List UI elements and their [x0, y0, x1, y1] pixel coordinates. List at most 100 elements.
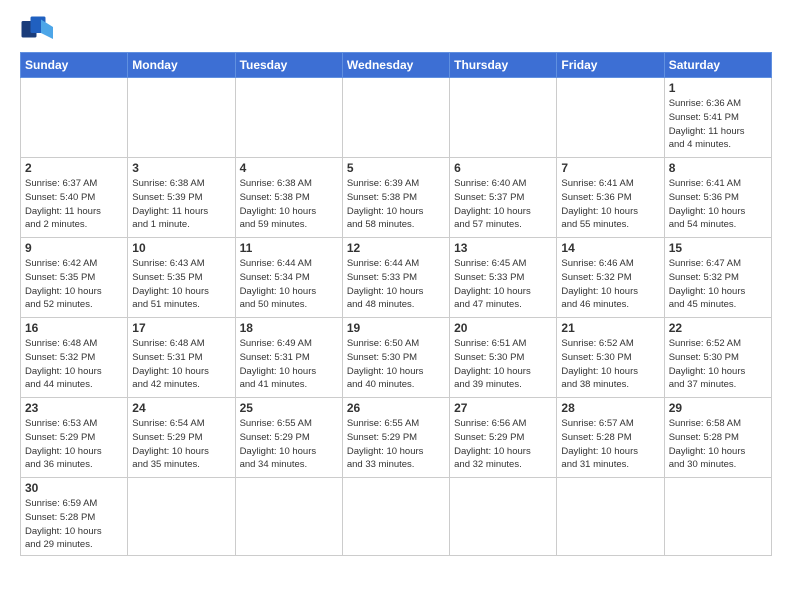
calendar-cell: 25Sunrise: 6:55 AM Sunset: 5:29 PM Dayli… — [235, 398, 342, 478]
header-day-wednesday: Wednesday — [342, 53, 449, 78]
header-day-thursday: Thursday — [450, 53, 557, 78]
calendar-cell: 1 Sunrise: 6:36 AM Sunset: 5:41 PM Daylig… — [664, 78, 771, 158]
calendar-cell: 2 Sunrise: 6:37 AM Sunset: 5:40 PM Daylig… — [21, 158, 128, 238]
calendar: SundayMondayTuesdayWednesdayThursdayFrid… — [20, 52, 772, 556]
day-info: Sunrise: 6:49 AM Sunset: 5:31 PM Dayligh… — [240, 337, 338, 392]
logo-icon — [20, 16, 56, 44]
day-info: Sunrise: 6:50 AM Sunset: 5:30 PM Dayligh… — [347, 337, 445, 392]
calendar-cell: 26 Sunrise: 6:55 AM Sunset: 5:29 PM Dayli… — [342, 398, 449, 478]
calendar-cell — [21, 78, 128, 158]
calendar-cell — [557, 78, 664, 158]
logo — [20, 16, 60, 44]
header-day-saturday: Saturday — [664, 53, 771, 78]
day-info: Sunrise: 6:36 AM Sunset: 5:41 PM Dayligh… — [669, 97, 767, 152]
day-info: Sunrise: 6:53 AM Sunset: 5:29 PM Dayligh… — [25, 417, 123, 472]
header-day-sunday: Sunday — [21, 53, 128, 78]
calendar-cell: 30 Sunrise: 6:59 AM Sunset: 5:28 PM Dayli… — [21, 478, 128, 556]
day-number: 12 — [347, 241, 445, 255]
calendar-cell: 10 Sunrise: 6:43 AM Sunset: 5:35 PM Dayli… — [128, 238, 235, 318]
day-info: Sunrise: 6:38 AM Sunset: 5:38 PM Dayligh… — [240, 177, 338, 232]
day-number: 1 — [669, 81, 767, 95]
calendar-cell: 11 Sunrise: 6:44 AM Sunset: 5:34 PM Dayli… — [235, 238, 342, 318]
calendar-cell — [342, 478, 449, 556]
day-info: Sunrise: 6:58 AM Sunset: 5:28 PM Dayligh… — [669, 417, 767, 472]
day-number: 21 — [561, 321, 659, 335]
calendar-cell — [128, 478, 235, 556]
day-info: Sunrise: 6:47 AM Sunset: 5:32 PM Dayligh… — [669, 257, 767, 312]
day-number: 11 — [240, 241, 338, 255]
calendar-cell: 20Sunrise: 6:51 AM Sunset: 5:30 PM Dayli… — [450, 318, 557, 398]
day-number: 5 — [347, 161, 445, 175]
calendar-cell — [235, 478, 342, 556]
day-number: 29 — [669, 401, 767, 415]
day-number: 27 — [454, 401, 552, 415]
day-info: Sunrise: 6:44 AM Sunset: 5:34 PM Dayligh… — [240, 257, 338, 312]
day-number: 10 — [132, 241, 230, 255]
day-info: Sunrise: 6:52 AM Sunset: 5:30 PM Dayligh… — [669, 337, 767, 392]
calendar-cell — [450, 78, 557, 158]
day-info: Sunrise: 6:48 AM Sunset: 5:31 PM Dayligh… — [132, 337, 230, 392]
day-number: 26 — [347, 401, 445, 415]
calendar-cell: 27Sunrise: 6:56 AM Sunset: 5:29 PM Dayli… — [450, 398, 557, 478]
day-info: Sunrise: 6:52 AM Sunset: 5:30 PM Dayligh… — [561, 337, 659, 392]
day-number: 6 — [454, 161, 552, 175]
calendar-cell: 12Sunrise: 6:44 AM Sunset: 5:33 PM Dayli… — [342, 238, 449, 318]
day-number: 22 — [669, 321, 767, 335]
day-number: 2 — [25, 161, 123, 175]
day-info: Sunrise: 6:57 AM Sunset: 5:28 PM Dayligh… — [561, 417, 659, 472]
day-info: Sunrise: 6:48 AM Sunset: 5:32 PM Dayligh… — [25, 337, 123, 392]
day-number: 30 — [25, 481, 123, 495]
day-number: 18 — [240, 321, 338, 335]
calendar-cell: 24Sunrise: 6:54 AM Sunset: 5:29 PM Dayli… — [128, 398, 235, 478]
calendar-cell: 23Sunrise: 6:53 AM Sunset: 5:29 PM Dayli… — [21, 398, 128, 478]
calendar-header-row: SundayMondayTuesdayWednesdayThursdayFrid… — [21, 53, 772, 78]
day-info: Sunrise: 6:45 AM Sunset: 5:33 PM Dayligh… — [454, 257, 552, 312]
calendar-week-3: 9 Sunrise: 6:42 AM Sunset: 5:35 PM Daylig… — [21, 238, 772, 318]
calendar-cell: 6 Sunrise: 6:40 AM Sunset: 5:37 PM Daylig… — [450, 158, 557, 238]
calendar-week-1: 1 Sunrise: 6:36 AM Sunset: 5:41 PM Daylig… — [21, 78, 772, 158]
day-info: Sunrise: 6:42 AM Sunset: 5:35 PM Dayligh… — [25, 257, 123, 312]
calendar-cell: 19 Sunrise: 6:50 AM Sunset: 5:30 PM Dayli… — [342, 318, 449, 398]
header-day-monday: Monday — [128, 53, 235, 78]
day-info: Sunrise: 6:39 AM Sunset: 5:38 PM Dayligh… — [347, 177, 445, 232]
day-number: 19 — [347, 321, 445, 335]
day-info: Sunrise: 6:37 AM Sunset: 5:40 PM Dayligh… — [25, 177, 123, 232]
calendar-week-5: 23Sunrise: 6:53 AM Sunset: 5:29 PM Dayli… — [21, 398, 772, 478]
calendar-cell: 3Sunrise: 6:38 AM Sunset: 5:39 PM Daylig… — [128, 158, 235, 238]
calendar-cell: 28Sunrise: 6:57 AM Sunset: 5:28 PM Dayli… — [557, 398, 664, 478]
day-info: Sunrise: 6:55 AM Sunset: 5:29 PM Dayligh… — [347, 417, 445, 472]
day-info: Sunrise: 6:59 AM Sunset: 5:28 PM Dayligh… — [25, 497, 123, 552]
calendar-cell: 21 Sunrise: 6:52 AM Sunset: 5:30 PM Dayli… — [557, 318, 664, 398]
day-number: 20 — [454, 321, 552, 335]
header-day-friday: Friday — [557, 53, 664, 78]
day-number: 16 — [25, 321, 123, 335]
day-info: Sunrise: 6:54 AM Sunset: 5:29 PM Dayligh… — [132, 417, 230, 472]
calendar-cell: 9 Sunrise: 6:42 AM Sunset: 5:35 PM Daylig… — [21, 238, 128, 318]
calendar-cell: 14Sunrise: 6:46 AM Sunset: 5:32 PM Dayli… — [557, 238, 664, 318]
day-info: Sunrise: 6:41 AM Sunset: 5:36 PM Dayligh… — [561, 177, 659, 232]
calendar-cell — [664, 478, 771, 556]
calendar-week-6: 30 Sunrise: 6:59 AM Sunset: 5:28 PM Dayli… — [21, 478, 772, 556]
day-info: Sunrise: 6:46 AM Sunset: 5:32 PM Dayligh… — [561, 257, 659, 312]
calendar-cell: 5 Sunrise: 6:39 AM Sunset: 5:38 PM Daylig… — [342, 158, 449, 238]
calendar-cell: 16 Sunrise: 6:48 AM Sunset: 5:32 PM Dayli… — [21, 318, 128, 398]
day-number: 17 — [132, 321, 230, 335]
day-info: Sunrise: 6:40 AM Sunset: 5:37 PM Dayligh… — [454, 177, 552, 232]
calendar-cell — [557, 478, 664, 556]
calendar-cell: 18 Sunrise: 6:49 AM Sunset: 5:31 PM Dayli… — [235, 318, 342, 398]
calendar-cell — [128, 78, 235, 158]
calendar-cell: 29 Sunrise: 6:58 AM Sunset: 5:28 PM Dayli… — [664, 398, 771, 478]
day-number: 7 — [561, 161, 659, 175]
day-number: 25 — [240, 401, 338, 415]
day-info: Sunrise: 6:41 AM Sunset: 5:36 PM Dayligh… — [669, 177, 767, 232]
calendar-cell: 7 Sunrise: 6:41 AM Sunset: 5:36 PM Daylig… — [557, 158, 664, 238]
calendar-cell — [450, 478, 557, 556]
calendar-cell: 15Sunrise: 6:47 AM Sunset: 5:32 PM Dayli… — [664, 238, 771, 318]
day-number: 3 — [132, 161, 230, 175]
calendar-cell — [235, 78, 342, 158]
day-info: Sunrise: 6:43 AM Sunset: 5:35 PM Dayligh… — [132, 257, 230, 312]
calendar-cell: 13Sunrise: 6:45 AM Sunset: 5:33 PM Dayli… — [450, 238, 557, 318]
day-number: 9 — [25, 241, 123, 255]
calendar-cell: 22 Sunrise: 6:52 AM Sunset: 5:30 PM Dayli… — [664, 318, 771, 398]
calendar-cell — [342, 78, 449, 158]
